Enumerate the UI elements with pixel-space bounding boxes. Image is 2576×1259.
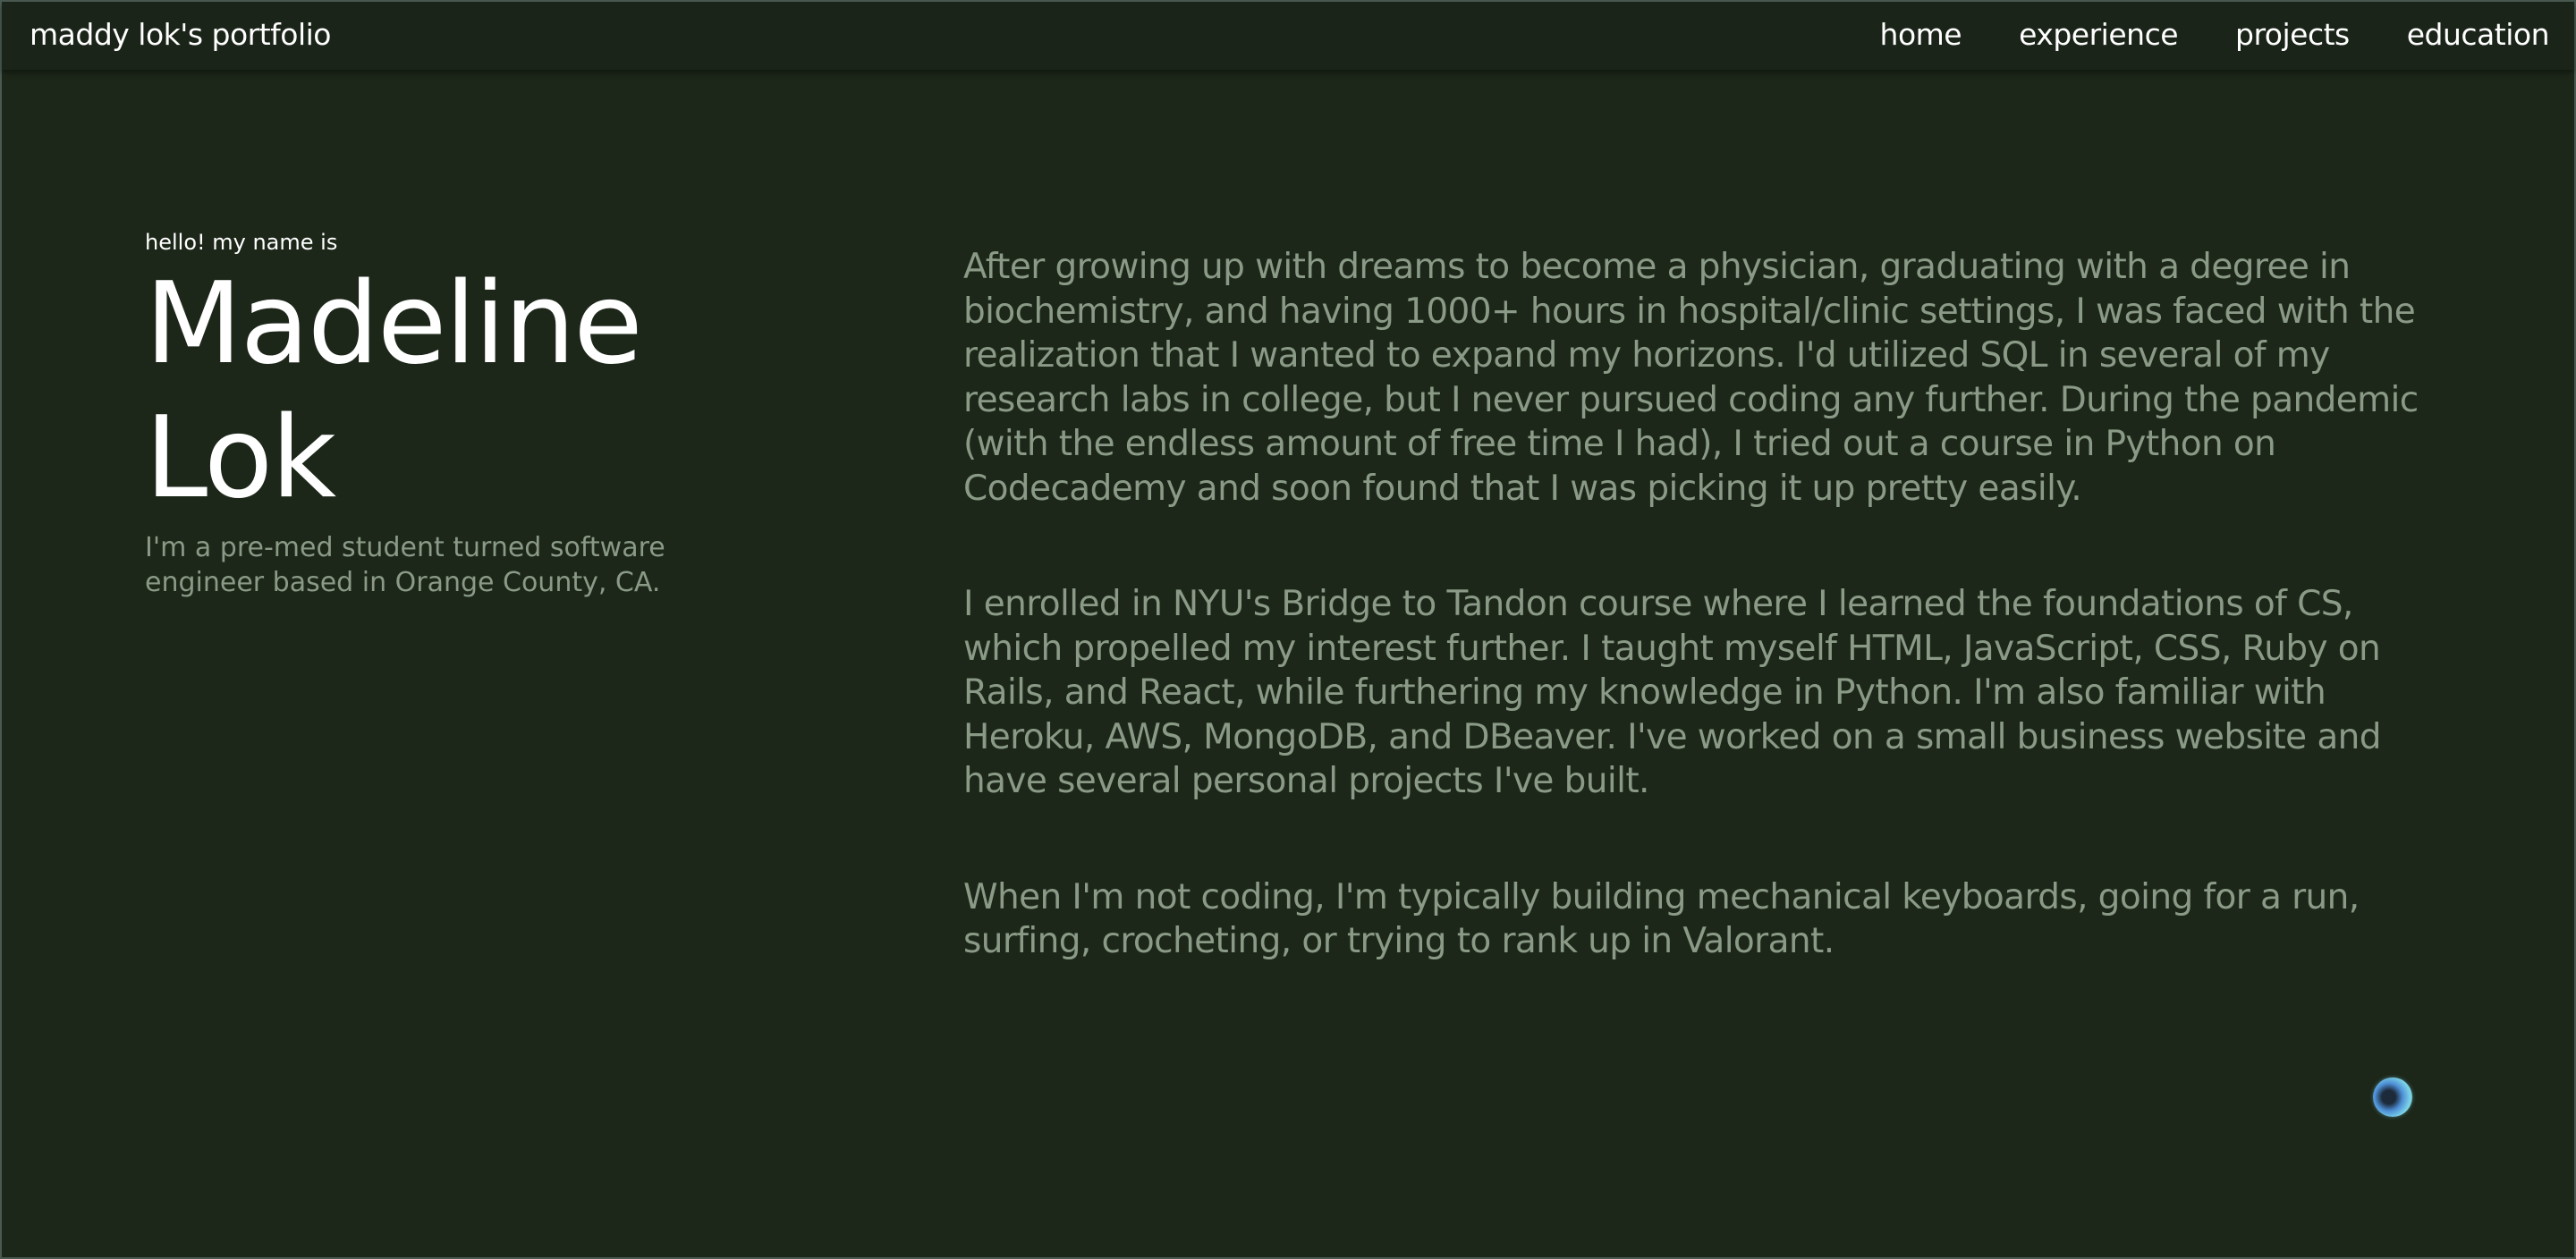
greeting-text: hello! my name is [145,230,338,255]
about-paragraph-background: After growing up with dreams to become a… [963,247,2419,509]
orb-icon[interactable] [2373,1077,2412,1117]
about-paragraph-skills: I enrolled in NYU's Bridge to Tandon cou… [963,584,2382,801]
brand-title[interactable]: maddy lok's portfolio [30,17,331,52]
nav-link-experience[interactable]: experience [2019,17,2178,52]
first-name: Madeline [145,258,643,389]
last-name: Lok [145,392,336,523]
name-heading: Madeline Lok [145,257,735,525]
tagline: I'm a pre-med student turned software en… [145,532,665,598]
about-section: After growing up with dreams to become a… [963,245,2448,1035]
about-paragraph-hobbies: When I'm not coding, I'm typically build… [963,876,2360,962]
nav-link-education[interactable]: education [2407,17,2550,52]
nav-link-home[interactable]: home [1880,17,1962,52]
nav-links: home experience projects education [1880,17,2550,52]
intro-section: hello! my name is Madeline Lok I'm a pre… [145,230,735,600]
nav-link-projects[interactable]: projects [2235,17,2350,52]
navbar: maddy lok's portfolio home experience pr… [2,2,2574,70]
